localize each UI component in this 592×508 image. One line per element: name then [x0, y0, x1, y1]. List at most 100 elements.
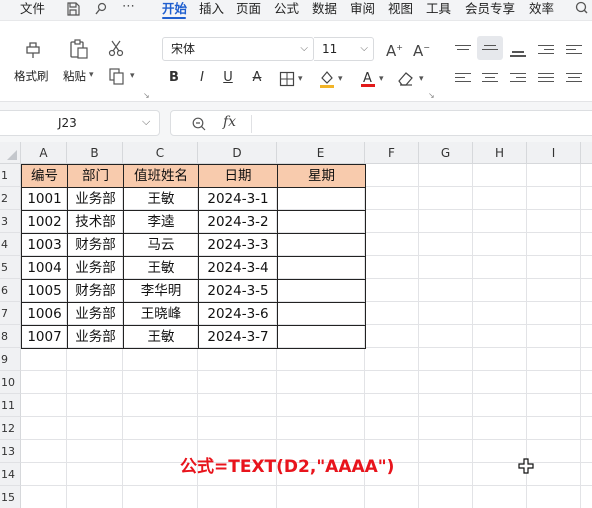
cell-b5[interactable]: 业务部: [67, 256, 124, 280]
justify-icon[interactable]: [538, 70, 554, 84]
tab-data[interactable]: 数据: [312, 1, 337, 17]
align-top-icon[interactable]: [455, 42, 471, 56]
cell-a6[interactable]: 1005: [21, 279, 68, 303]
fill-color-dropdown-icon[interactable]: ▾: [338, 72, 343, 86]
row-header-15[interactable]: 15: [0, 486, 21, 508]
fill-color-icon[interactable]: [318, 69, 336, 93]
row-header-13[interactable]: 13: [0, 440, 21, 463]
underline-button[interactable]: U: [222, 69, 234, 87]
tab-tools[interactable]: 工具: [426, 1, 451, 17]
tab-formulas[interactable]: 公式: [274, 1, 299, 17]
row-header-8[interactable]: 8: [0, 325, 21, 348]
cell-e4[interactable]: [277, 233, 366, 257]
column-header-g[interactable]: G: [419, 142, 473, 164]
cell-b7[interactable]: 业务部: [67, 302, 124, 326]
cell-d5[interactable]: 2024-3-4: [198, 256, 278, 280]
clear-format-icon[interactable]: [397, 70, 415, 90]
cell-e3[interactable]: [277, 210, 366, 234]
decrease-font-button[interactable]: A−: [413, 41, 430, 59]
align-left-icon[interactable]: [455, 70, 471, 84]
cell-c8[interactable]: 王敏: [123, 325, 199, 349]
column-header-e[interactable]: E: [277, 142, 365, 164]
header-cell-d[interactable]: 日期: [198, 164, 278, 188]
row-header-2[interactable]: 2: [0, 187, 21, 210]
cell-a5[interactable]: 1004: [21, 256, 68, 280]
tab-view[interactable]: 视图: [388, 1, 413, 17]
name-box[interactable]: J23 ⌵: [0, 110, 160, 136]
row-header-6[interactable]: 6: [0, 279, 21, 302]
border-dropdown-icon[interactable]: ▾: [298, 72, 303, 86]
tab-page[interactable]: 页面: [236, 1, 261, 17]
cell-a7[interactable]: 1006: [21, 302, 68, 326]
row-header-11[interactable]: 11: [0, 394, 21, 417]
clipboard-launcher-icon[interactable]: ↘: [143, 89, 150, 103]
cell-c4[interactable]: 马云: [123, 233, 199, 257]
font-size-select[interactable]: 11 ⌵: [314, 37, 374, 61]
cell-c2[interactable]: 王敏: [123, 187, 199, 211]
header-cell-b[interactable]: 部门: [67, 164, 124, 188]
row-header-1[interactable]: 1: [0, 164, 21, 187]
cell-d6[interactable]: 2024-3-5: [198, 279, 278, 303]
cell-a8[interactable]: 1007: [21, 325, 68, 349]
tab-review[interactable]: 审阅: [350, 1, 375, 17]
cell-b8[interactable]: 业务部: [67, 325, 124, 349]
column-header-b[interactable]: B: [67, 142, 123, 164]
bold-button[interactable]: B: [168, 69, 180, 87]
column-header-f[interactable]: F: [365, 142, 419, 164]
cell-d2[interactable]: 2024-3-1: [198, 187, 278, 211]
row-header-12[interactable]: 12: [0, 417, 21, 440]
print-preview-icon[interactable]: [94, 2, 108, 20]
cell-e8[interactable]: [277, 325, 366, 349]
cell-e5[interactable]: [277, 256, 366, 280]
clear-format-dropdown-icon[interactable]: ▾: [419, 72, 424, 86]
paste-icon[interactable]: [68, 39, 90, 63]
cell-c3[interactable]: 李逵: [123, 210, 199, 234]
cell-e6[interactable]: [277, 279, 366, 303]
increase-indent-icon[interactable]: [566, 42, 582, 56]
border-icon[interactable]: [279, 71, 295, 91]
align-bottom-icon[interactable]: [510, 45, 526, 59]
select-all-corner[interactable]: [0, 142, 21, 164]
cell-c7[interactable]: 王晓峰: [123, 302, 199, 326]
row-header-4[interactable]: 4: [0, 233, 21, 256]
distributed-align-icon[interactable]: [566, 70, 582, 84]
tab-efficiency[interactable]: 效率: [529, 1, 554, 17]
header-cell-c[interactable]: 值班姓名: [123, 164, 199, 188]
cell-c6[interactable]: 李华明: [123, 279, 199, 303]
column-header-j[interactable]: [581, 142, 592, 164]
header-cell-e[interactable]: 星期: [277, 164, 366, 188]
strikethrough-button[interactable]: A: [250, 69, 264, 87]
increase-font-button[interactable]: A+: [386, 41, 403, 59]
more-icon[interactable]: ⋯: [122, 0, 135, 14]
column-header-h[interactable]: H: [473, 142, 527, 164]
copy-icon[interactable]: [108, 67, 126, 89]
row-header-7[interactable]: 7: [0, 302, 21, 325]
cell-b4[interactable]: 财务部: [67, 233, 124, 257]
tab-member[interactable]: 会员专享: [465, 1, 515, 17]
align-center-icon[interactable]: [482, 70, 498, 84]
row-header-10[interactable]: 10: [0, 371, 21, 394]
cell-d8[interactable]: 2024-3-7: [198, 325, 278, 349]
search-icon[interactable]: [574, 0, 588, 20]
cell-d4[interactable]: 2024-3-3: [198, 233, 278, 257]
paste-label[interactable]: 粘贴: [63, 69, 86, 83]
column-header-c[interactable]: C: [123, 142, 198, 164]
cell-b2[interactable]: 业务部: [67, 187, 124, 211]
tab-insert[interactable]: 插入: [199, 1, 224, 17]
header-cell-a[interactable]: 编号: [21, 164, 68, 188]
row-header-14[interactable]: 14: [0, 463, 21, 486]
row-header-5[interactable]: 5: [0, 256, 21, 279]
copy-dropdown-icon[interactable]: ▾: [130, 69, 135, 83]
column-header-a[interactable]: A: [21, 142, 67, 164]
cut-icon[interactable]: [108, 39, 124, 61]
format-painter-label[interactable]: 格式刷: [14, 69, 49, 83]
font-launcher-icon[interactable]: ↘: [428, 89, 435, 103]
decrease-indent-icon[interactable]: [538, 42, 554, 56]
cell-b6[interactable]: 财务部: [67, 279, 124, 303]
tab-home[interactable]: 开始: [162, 1, 187, 17]
column-header-i[interactable]: I: [527, 142, 581, 164]
cell-d3[interactable]: 2024-3-2: [198, 210, 278, 234]
font-name-select[interactable]: 宋体 ⌵: [162, 37, 314, 61]
file-menu[interactable]: 文件: [20, 1, 45, 17]
font-color-icon[interactable]: A: [359, 68, 377, 92]
